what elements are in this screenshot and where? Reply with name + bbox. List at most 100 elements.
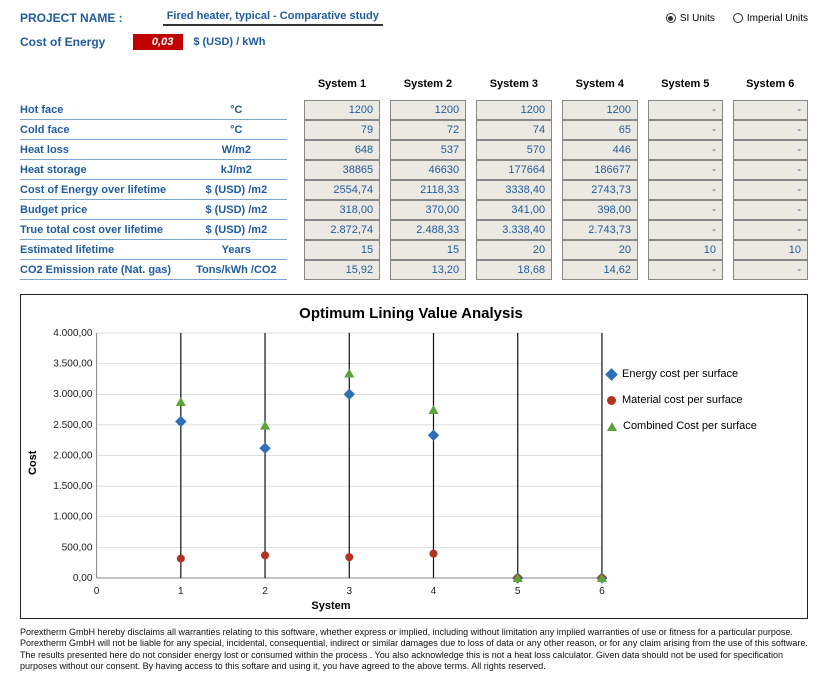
data-cell[interactable]: 15,92 — [304, 260, 380, 280]
data-cell[interactable]: 65 — [562, 120, 638, 140]
data-cell[interactable]: 18,68 — [476, 260, 552, 280]
data-cell[interactable]: 446 — [562, 140, 638, 160]
data-cell[interactable]: 648 — [304, 140, 380, 160]
cost-energy-value[interactable]: 0,03 — [133, 34, 183, 50]
project-name-value[interactable]: Fired heater, typical - Comparative stud… — [163, 10, 383, 26]
data-cell[interactable]: 1200 — [562, 100, 638, 120]
svg-text:4.000,00: 4.000,00 — [53, 328, 93, 339]
data-cell[interactable]: 2743,73 — [562, 180, 638, 200]
data-cell[interactable]: 2.488,33 — [390, 220, 466, 240]
row-unit: °C — [186, 120, 287, 140]
data-cell[interactable]: - — [648, 180, 723, 200]
row-unit: kJ/m2 — [186, 160, 287, 180]
svg-text:6: 6 — [599, 586, 605, 597]
row-label: Estimated lifetime — [20, 240, 186, 260]
comparison-table: System 1System 2System 3System 4System 5… — [20, 72, 808, 280]
chart-title: Optimum Lining Value Analysis — [25, 305, 797, 322]
data-cell[interactable]: 13,20 — [390, 260, 466, 280]
data-cell[interactable]: 10 — [733, 240, 808, 260]
radio-si[interactable]: SI Units — [666, 13, 715, 24]
data-cell[interactable]: 72 — [390, 120, 466, 140]
row-label: Cost of Energy over lifetime — [20, 180, 186, 200]
data-cell[interactable]: - — [733, 160, 808, 180]
data-cell[interactable]: - — [733, 180, 808, 200]
data-cell[interactable]: 15 — [304, 240, 380, 260]
svg-text:2.000,00: 2.000,00 — [53, 451, 93, 462]
data-cell[interactable]: - — [648, 260, 723, 280]
data-cell[interactable]: - — [648, 200, 723, 220]
svg-text:0: 0 — [94, 586, 100, 597]
svg-text:2.500,00: 2.500,00 — [53, 420, 93, 431]
radio-icon — [666, 13, 676, 23]
data-cell[interactable]: - — [733, 100, 808, 120]
cost-energy-label: Cost of Energy — [20, 35, 105, 49]
row-label: Cold face — [20, 120, 186, 140]
data-cell[interactable]: 20 — [476, 240, 552, 260]
data-cell[interactable]: 1200 — [304, 100, 380, 120]
data-cell[interactable]: 2118,33 — [390, 180, 466, 200]
data-cell[interactable]: 370,00 — [390, 200, 466, 220]
data-cell[interactable]: 177664 — [476, 160, 552, 180]
data-cell[interactable]: - — [733, 140, 808, 160]
data-cell[interactable]: 1200 — [390, 100, 466, 120]
disclaimer-text: Porextherm GmbH hereby disclaims all war… — [20, 627, 808, 672]
system-header: System 6 — [733, 72, 808, 100]
data-cell[interactable]: - — [648, 120, 723, 140]
data-cell[interactable]: 3.338,40 — [476, 220, 552, 240]
data-cell[interactable]: - — [733, 220, 808, 240]
svg-text:3.500,00: 3.500,00 — [53, 359, 93, 370]
data-cell[interactable]: 14,62 — [562, 260, 638, 280]
data-cell[interactable]: 318,00 — [304, 200, 380, 220]
data-cell[interactable]: 570 — [476, 140, 552, 160]
svg-text:3: 3 — [346, 586, 352, 597]
data-cell[interactable]: 186677 — [562, 160, 638, 180]
units-group: SI Units Imperial Units — [666, 13, 808, 24]
data-cell[interactable]: 537 — [390, 140, 466, 160]
system-header: System 1 — [304, 72, 380, 100]
radio-imperial-label: Imperial Units — [747, 13, 808, 24]
chart-ylabel: Cost — [25, 328, 41, 598]
row-label: Heat loss — [20, 140, 186, 160]
legend-item: Combined Cost per surface — [607, 420, 797, 432]
svg-text:3.000,00: 3.000,00 — [53, 389, 93, 400]
data-cell[interactable]: 398,00 — [562, 200, 638, 220]
data-cell[interactable]: - — [648, 100, 723, 120]
row-unit: $ (USD) /m2 — [186, 200, 287, 220]
data-cell[interactable]: - — [648, 140, 723, 160]
data-cell[interactable]: 2554,74 — [304, 180, 380, 200]
data-cell[interactable]: 341,00 — [476, 200, 552, 220]
row-label: Budget price — [20, 200, 186, 220]
data-cell[interactable]: 15 — [390, 240, 466, 260]
data-cell[interactable]: 2.743,73 — [562, 220, 638, 240]
chart-container: Optimum Lining Value Analysis Cost 0,00 5… — [20, 294, 808, 619]
system-header: System 5 — [648, 72, 723, 100]
legend-item: Material cost per surface — [607, 394, 797, 406]
data-cell[interactable]: - — [648, 160, 723, 180]
data-cell[interactable]: 74 — [476, 120, 552, 140]
legend-item: Energy cost per surface — [607, 368, 797, 380]
data-cell[interactable]: 20 — [562, 240, 638, 260]
row-label: True total cost over lifetime — [20, 220, 186, 240]
data-cell[interactable]: 46630 — [390, 160, 466, 180]
data-cell[interactable]: 2.872,74 — [304, 220, 380, 240]
data-cell[interactable]: 10 — [648, 240, 723, 260]
data-cell[interactable]: - — [733, 260, 808, 280]
row-label: Heat storage — [20, 160, 186, 180]
svg-text:500,00: 500,00 — [62, 542, 93, 553]
system-header: System 2 — [390, 72, 466, 100]
radio-icon — [733, 13, 743, 23]
data-cell[interactable]: - — [733, 120, 808, 140]
row-label: CO2 Emission rate (Nat. gas) — [20, 260, 186, 280]
data-cell[interactable]: - — [648, 220, 723, 240]
svg-text:1.500,00: 1.500,00 — [53, 481, 93, 492]
data-cell[interactable]: 3338,40 — [476, 180, 552, 200]
radio-imperial[interactable]: Imperial Units — [733, 13, 808, 24]
data-cell[interactable]: 38865 — [304, 160, 380, 180]
data-cell[interactable]: 79 — [304, 120, 380, 140]
svg-text:0,00: 0,00 — [73, 573, 93, 584]
row-unit: °C — [186, 100, 287, 120]
chart-plot: 0,00500,001.000,001.500,002.000,002.500,… — [41, 328, 607, 598]
data-cell[interactable]: - — [733, 200, 808, 220]
data-cell[interactable]: 1200 — [476, 100, 552, 120]
row-label: Hot face — [20, 100, 186, 120]
